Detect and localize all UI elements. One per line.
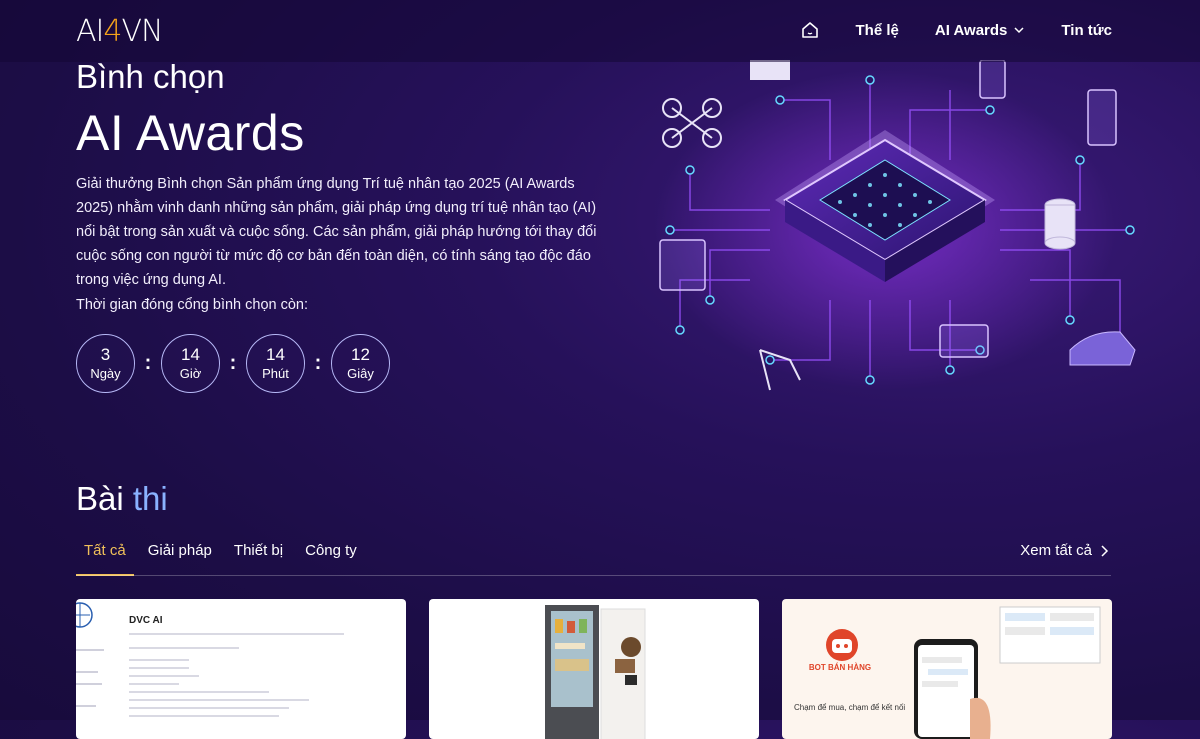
card-sidebar-line [76,683,102,685]
globe-logo-icon [76,602,93,628]
card-text-line [129,647,239,649]
card-text-line [129,633,344,635]
chevron-down-icon [1014,27,1024,34]
countdown-separator: : [229,352,237,374]
card-sidebar-line [76,649,104,651]
countdown-days: 3 Ngày [76,334,135,393]
nav-rules-label: Thể lệ [855,21,899,39]
home-icon [801,22,818,38]
countdown-separator: : [144,352,152,374]
logo-text-vn: VN [121,14,163,49]
see-all-label: Xem tất cả [1020,542,1092,559]
section-title-part1: Bài [76,480,124,517]
card-text-line [129,683,179,685]
countdown-days-unit: Ngày [90,366,121,381]
tab-company[interactable]: Công ty [297,538,365,574]
card-sidebar-line [76,705,96,707]
logo-text-four: 4 [103,14,122,49]
countdown-hours-unit: Giờ [179,366,202,381]
logo-text-ai: AI [76,14,104,49]
card-text-line [129,707,289,709]
nav-ai-awards[interactable]: AI Awards [935,22,1026,39]
category-tabs: Tất cả Giải pháp Thiết bị Công ty [76,538,371,576]
ai-chip-illustration [655,60,1136,391]
card-text-line [129,699,309,701]
entry-card[interactable]: DVC AI [76,599,406,739]
see-all-link[interactable]: Xem tất cả [1020,542,1110,559]
countdown-days-value: 3 [100,345,111,364]
card-tagline: Chạm để mua, chạm để kết nối [794,703,906,712]
nav-news[interactable]: Tin tức [1061,22,1112,39]
countdown-minutes: 14 Phút [246,334,305,393]
countdown-hours: 14 Giờ [161,334,220,393]
countdown-separator: : [314,352,322,374]
nav-news-label: Tin tức [1061,21,1112,39]
nav-ai-awards-label: AI Awards [934,21,1008,39]
countdown-minutes-unit: Phút [262,366,289,381]
card-text-line [129,715,279,717]
card-brand: BOT BÁN HÀNG [808,663,872,672]
chevron-right-icon [1101,544,1109,557]
card-text-line [129,659,189,661]
tab-solution[interactable]: Giải pháp [140,538,220,574]
tab-all[interactable]: Tất cả [76,538,134,576]
robot-mascot-icon [826,629,858,661]
entry-card[interactable]: BOT BÁN HÀNG Chạm để mua, chạm để kết nố… [782,599,1112,739]
nav-rules[interactable]: Thể lệ [856,22,899,39]
countdown-minutes-value: 14 [266,345,285,364]
phone-chat-image [914,606,1101,739]
tab-device[interactable]: Thiết bị [226,538,291,574]
countdown-timer: 3 Ngày : 14 Giờ : 14 Phút : 12 Giây [76,334,390,393]
nav-home[interactable] [800,20,820,40]
entry-card[interactable] [429,599,759,739]
hero-description: Giải thưởng Bình chọn Sản phẩm ứng dụng … [76,176,597,288]
countdown-seconds-unit: Giây [347,366,374,381]
top-navigation-bar: AI4VN Thể lệ AI Awards Tin tức [0,0,1200,62]
card-sidebar-line [76,671,98,673]
card-text-line [129,691,269,693]
card-title: DVC AI [129,615,163,626]
hero-title: AI Awards [76,105,305,161]
countdown-seconds-value: 12 [351,345,370,364]
tabs-divider [76,575,1111,576]
main-nav: Thể lệ AI Awards Tin tức [800,20,1112,40]
card-text-line [129,667,189,669]
ai4vn-logo[interactable]: AI4VN [76,14,163,49]
section-title-part2: thi [132,480,168,517]
countdown-hours-value: 14 [181,345,200,364]
section-title: Bài thi [76,480,168,518]
hero-subtitle: Bình chọn [76,58,225,95]
smart-fridge-image [545,605,646,739]
countdown-label: Thời gian đóng cổng bình chọn còn: [76,297,309,313]
card-text-line [129,675,199,677]
countdown-seconds: 12 Giây [331,334,390,393]
